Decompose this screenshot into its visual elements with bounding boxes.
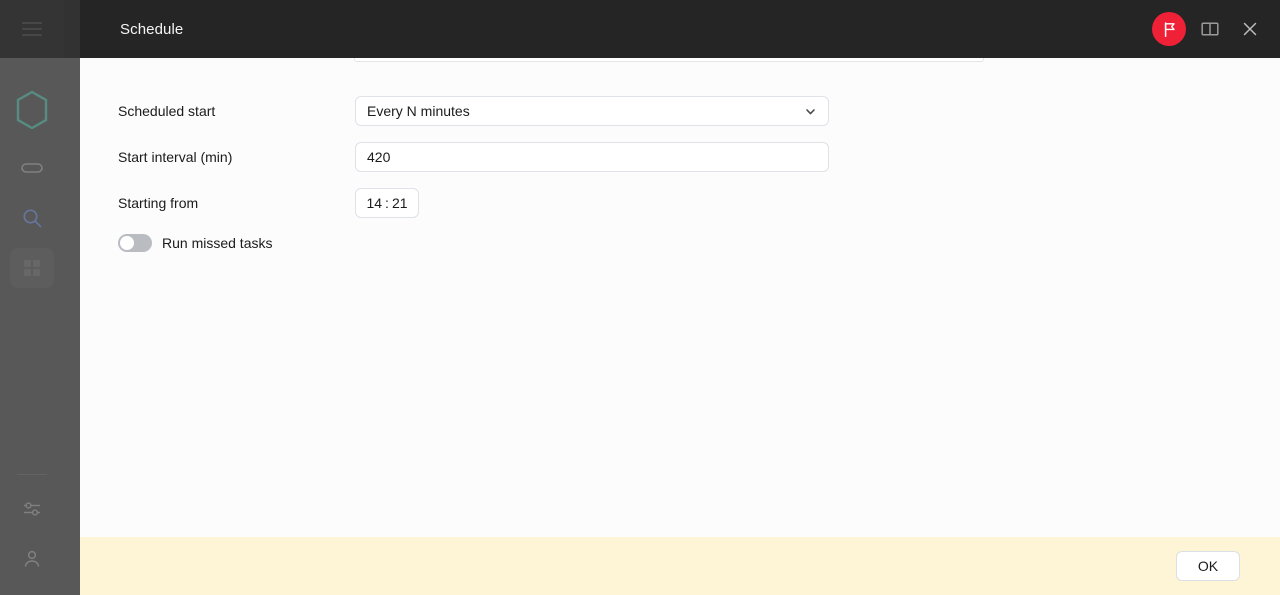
schedule-form: Scheduled start Every N minutes Start in… bbox=[80, 58, 1280, 252]
scheduled-start-label: Scheduled start bbox=[118, 103, 216, 119]
starting-from-label: Starting from bbox=[118, 195, 199, 211]
close-icon bbox=[1243, 22, 1257, 36]
field-run-missed-tasks: Run missed tasks bbox=[118, 234, 1280, 252]
page-title: Schedule bbox=[120, 20, 184, 38]
field-start-interval: Start interval (min) 420 bbox=[118, 142, 1280, 172]
book-icon bbox=[1201, 22, 1219, 36]
flag-button[interactable] bbox=[1152, 12, 1186, 46]
run-missed-tasks-label: Run missed tasks bbox=[162, 235, 273, 251]
starting-from-minutes: 21 bbox=[391, 195, 408, 211]
starting-from-hours: 14 bbox=[366, 195, 383, 211]
chevron-down-icon bbox=[804, 105, 817, 118]
starting-from-time-input[interactable]: 14 : 21 bbox=[355, 188, 419, 218]
scheduled-start-select[interactable]: Every N minutes bbox=[355, 96, 829, 126]
start-interval-input[interactable]: 420 bbox=[355, 142, 829, 172]
ok-button[interactable]: OK bbox=[1176, 551, 1240, 581]
toggle-knob bbox=[120, 236, 134, 250]
scheduled-start-value: Every N minutes bbox=[367, 103, 470, 119]
app-background: Schedule Scheduled start Every N minutes… bbox=[0, 0, 1280, 595]
run-missed-tasks-toggle[interactable] bbox=[118, 234, 152, 252]
flag-icon bbox=[1164, 21, 1175, 37]
field-starting-from: Starting from 14 : 21 bbox=[118, 188, 1280, 218]
dialog-footer: OK bbox=[80, 537, 1280, 595]
dialog-header-actions bbox=[1152, 12, 1266, 46]
dialog-body: Scheduled start Every N minutes Start in… bbox=[80, 58, 1280, 537]
time-separator: : bbox=[385, 195, 389, 211]
scrolled-field-sliver bbox=[354, 58, 984, 62]
dialog-header: Schedule bbox=[80, 0, 1280, 58]
manual-button[interactable] bbox=[1194, 13, 1226, 45]
close-button[interactable] bbox=[1234, 13, 1266, 45]
schedule-dialog: Schedule Scheduled start Every N minutes… bbox=[80, 0, 1280, 595]
start-interval-label: Start interval (min) bbox=[118, 149, 233, 165]
field-scheduled-start: Scheduled start Every N minutes bbox=[118, 96, 1280, 126]
